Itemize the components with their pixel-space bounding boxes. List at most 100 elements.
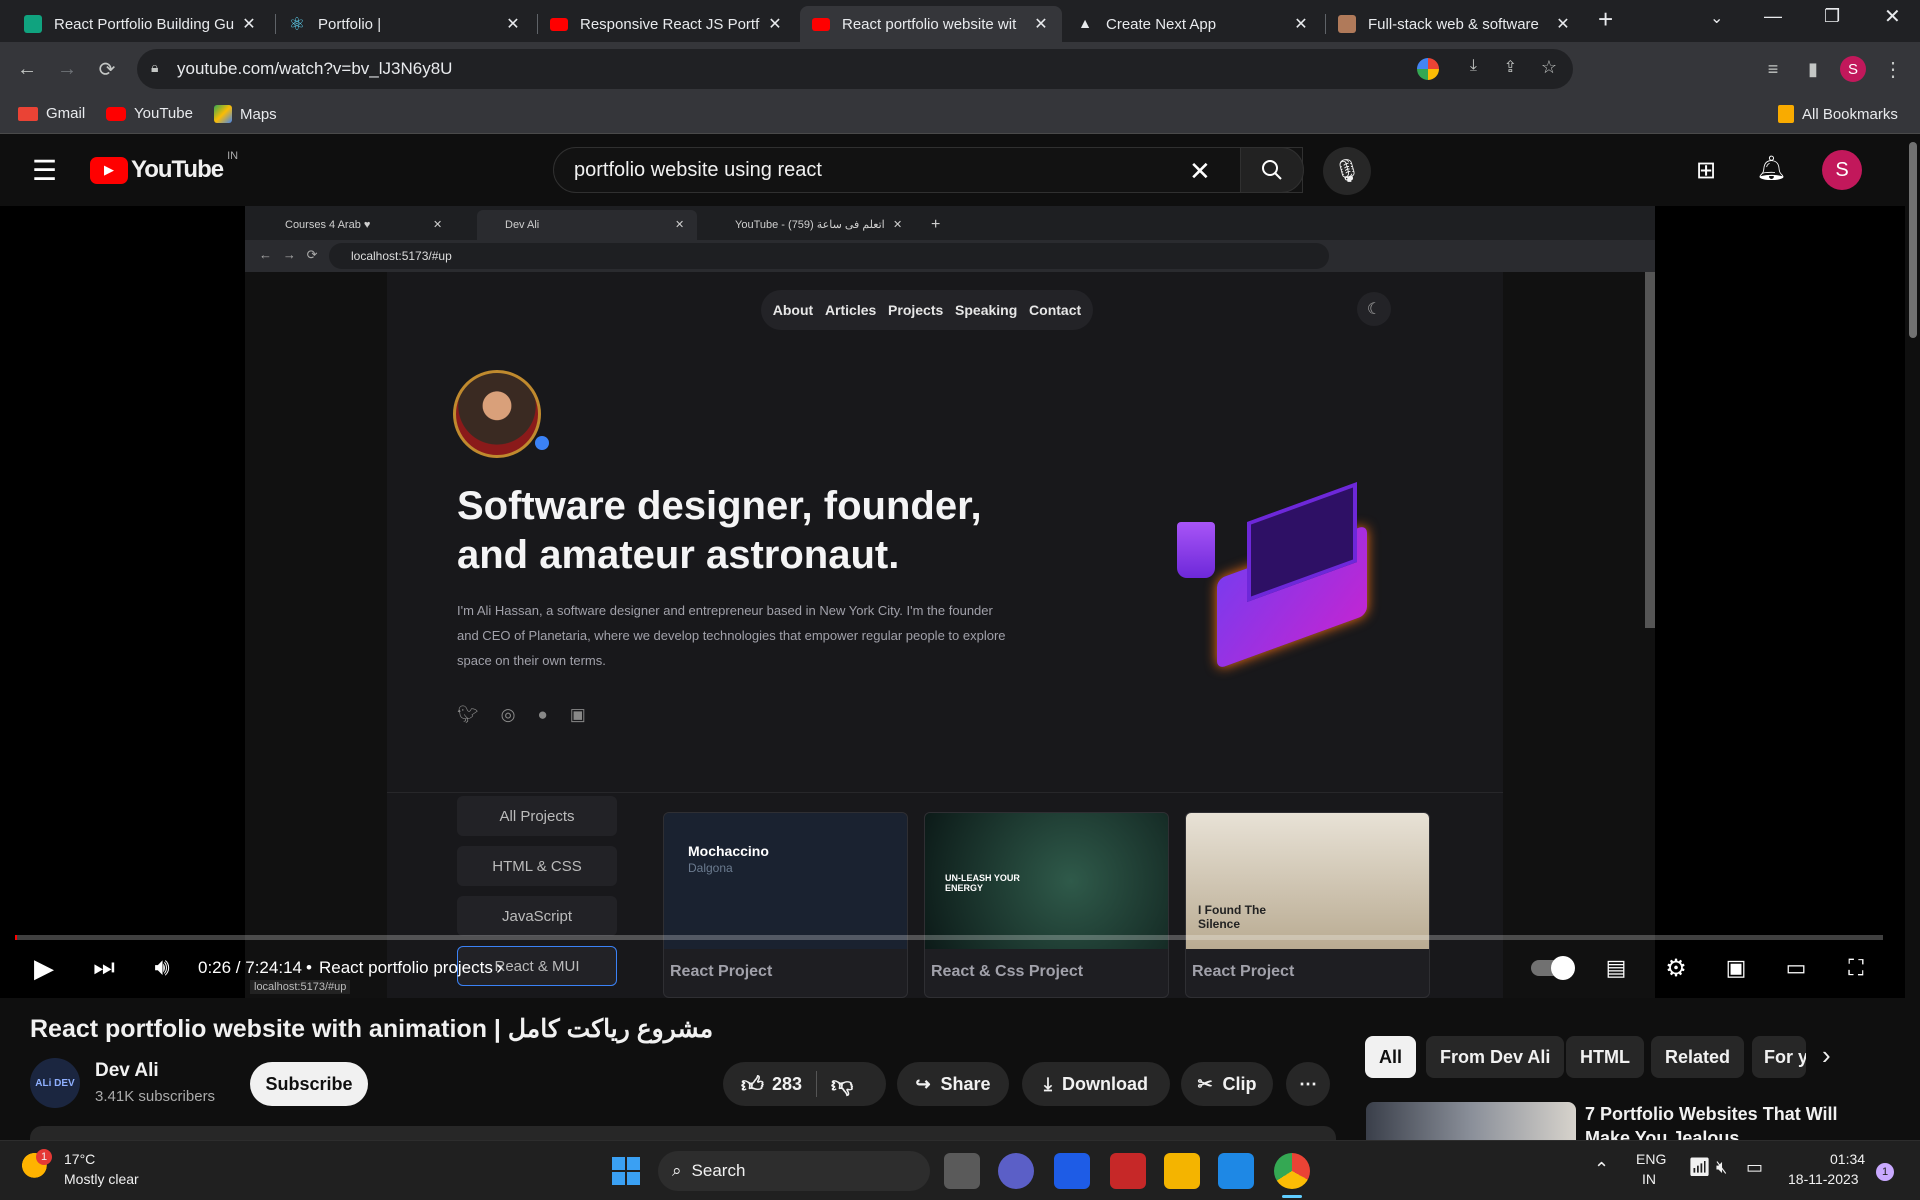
- browser-tab[interactable]: ▲ Create Next App ✕: [1064, 6, 1322, 42]
- reload-icon[interactable]: ⟳: [92, 54, 122, 84]
- browser-tab[interactable]: React Portfolio Building Gu ✕: [12, 6, 270, 42]
- chip-for-you[interactable]: For y: [1752, 1036, 1806, 1078]
- close-tab-icon[interactable]: ✕: [766, 14, 784, 34]
- play-button[interactable]: ▶: [26, 948, 62, 988]
- battery-icon[interactable]: ▭: [1746, 1157, 1763, 1178]
- video-player[interactable]: Courses 4 Arab ♥ ✕ Dev Ali ✕ YouTube - ا…: [0, 206, 1905, 998]
- forward-icon[interactable]: →: [52, 54, 82, 84]
- vscode-icon[interactable]: [1218, 1153, 1254, 1189]
- channel-avatar[interactable]: ALi DEV: [30, 1058, 80, 1108]
- time-display: 0:26 / 7:24:14: [198, 958, 302, 977]
- clock-date[interactable]: 18-11-2023: [1788, 1171, 1859, 1187]
- inner-tab: YouTube - اتعلم فى ساعة (759): [735, 219, 885, 231]
- description-box[interactable]: [30, 1126, 1336, 1140]
- app-icon[interactable]: [1054, 1153, 1090, 1189]
- tab-title: Portfolio |: [318, 15, 382, 33]
- bookmark-star-icon[interactable]: ☆: [1541, 57, 1557, 78]
- address-bar[interactable]: 🔒︎ youtube.com/watch?v=bv_lJ3N6y8U ☆ ⇪ ⤓: [137, 49, 1573, 89]
- fullscreen-icon[interactable]: ⛶: [1838, 948, 1874, 988]
- clock-time[interactable]: 01:34: [1830, 1151, 1865, 1167]
- restore-icon[interactable]: ❐: [1824, 6, 1840, 27]
- like-icon[interactable]: 👍︎: [741, 1071, 764, 1098]
- chrome-menu-icon[interactable]: ⋮: [1878, 54, 1908, 84]
- chips-next-icon[interactable]: ›: [1822, 1040, 1831, 1071]
- account-avatar[interactable]: S: [1822, 150, 1862, 190]
- chapter-chevron-icon[interactable]: ›: [496, 948, 503, 988]
- share-icon[interactable]: ⇪: [1504, 57, 1517, 77]
- taskbar-search[interactable]: ⌕ Search: [658, 1151, 930, 1191]
- create-video-icon[interactable]: ⊞: [1696, 156, 1716, 185]
- wifi-icon[interactable]: 📶︎: [1688, 1157, 1711, 1178]
- dislike-icon[interactable]: 👎︎: [831, 1071, 853, 1098]
- mcafee-icon[interactable]: [1110, 1153, 1146, 1189]
- notification-badge[interactable]: 1: [1876, 1163, 1894, 1181]
- chip-related[interactable]: Related: [1651, 1036, 1745, 1078]
- teams-chat-icon[interactable]: [998, 1153, 1034, 1189]
- chip-all[interactable]: All: [1365, 1036, 1417, 1078]
- browser-tab[interactable]: ⚛ Portfolio | ✕: [276, 6, 534, 42]
- close-tab-icon[interactable]: ✕: [1554, 14, 1572, 34]
- browser-tab[interactable]: Responsive React JS Portfo ✕: [538, 6, 796, 42]
- install-icon[interactable]: ⤓: [1470, 57, 1477, 75]
- subtitles-icon[interactable]: ▤: [1598, 948, 1634, 988]
- tray-overflow-icon[interactable]: ⌃: [1594, 1159, 1609, 1180]
- search-input[interactable]: portfolio website using react ✕: [553, 147, 1303, 193]
- settings-gear-icon[interactable]: ⚙: [1658, 948, 1694, 988]
- site-nav: About Articles Projects Speaking Contact: [761, 290, 1093, 330]
- inner-tab: Dev Ali: [477, 210, 697, 240]
- new-tab-icon[interactable]: +: [1598, 4, 1613, 35]
- bookmark-maps[interactable]: Maps: [214, 105, 277, 123]
- volume-icon[interactable]: 🔊︎: [144, 948, 180, 988]
- all-bookmarks[interactable]: All Bookmarks: [1778, 105, 1898, 123]
- theater-mode-icon[interactable]: ▭: [1778, 948, 1814, 988]
- file-explorer-icon[interactable]: [1164, 1153, 1200, 1189]
- more-actions-icon[interactable]: ⋯: [1286, 1062, 1330, 1106]
- window-close-icon[interactable]: ✕: [1884, 4, 1901, 29]
- download-icon: ⤓: [1044, 1073, 1052, 1094]
- search-button[interactable]: [1240, 147, 1304, 193]
- tab-search-icon[interactable]: ⌄: [1710, 8, 1723, 28]
- autoplay-toggle[interactable]: [1530, 948, 1575, 988]
- channel-name[interactable]: Dev Ali: [95, 1060, 159, 1082]
- mute-icon[interactable]: 🔇︎: [1716, 1157, 1727, 1178]
- language-indicator[interactable]: ENG: [1636, 1151, 1666, 1167]
- bookmark-youtube[interactable]: YouTube: [106, 105, 193, 122]
- video-progress-bar[interactable]: [15, 935, 1883, 940]
- recommended-title[interactable]: 7 Portfolio Websites That Will Make You …: [1585, 1102, 1885, 1140]
- chrome-icon[interactable]: [1274, 1153, 1310, 1189]
- close-tab-icon[interactable]: ✕: [240, 14, 258, 34]
- clear-search-icon[interactable]: ✕: [1189, 156, 1211, 187]
- notifications-bell-icon[interactable]: 🔔︎: [1756, 154, 1786, 183]
- profile-avatar[interactable]: S: [1838, 54, 1868, 84]
- next-button[interactable]: ⏭︎: [86, 948, 122, 988]
- voice-search-icon[interactable]: 🎙︎: [1323, 147, 1371, 195]
- bookmark-gmail[interactable]: Gmail: [18, 105, 85, 122]
- close-tab-icon[interactable]: ✕: [1032, 14, 1050, 34]
- reading-list-icon[interactable]: ≡: [1758, 54, 1788, 84]
- miniplayer-icon[interactable]: ▣: [1718, 948, 1754, 988]
- chip-html[interactable]: HTML: [1566, 1036, 1644, 1078]
- browser-tab[interactable]: Full-stack web & software ✕: [1326, 6, 1584, 42]
- google-lens-icon[interactable]: [1417, 58, 1439, 80]
- share-button[interactable]: ↪ Share: [897, 1062, 1009, 1106]
- chapter-title[interactable]: React portfolio projects: [319, 948, 493, 988]
- browser-tab-active[interactable]: React portfolio website wit ✕: [800, 6, 1062, 42]
- hamburger-menu-icon[interactable]: ☰: [32, 154, 57, 187]
- page-scrollbar[interactable]: [1905, 134, 1920, 1140]
- side-panel-icon[interactable]: ▮: [1798, 54, 1828, 84]
- tab-title: React Portfolio Building Gu: [54, 15, 234, 33]
- back-icon[interactable]: ←: [12, 54, 42, 84]
- clip-button[interactable]: ✂ Clip: [1181, 1062, 1273, 1106]
- youtube-logo[interactable]: ▶ YouTube IN: [90, 150, 238, 184]
- task-view-icon[interactable]: [944, 1153, 980, 1189]
- minimize-icon[interactable]: —: [1764, 6, 1782, 27]
- windows-start-icon[interactable]: [608, 1153, 644, 1189]
- site-info-icon[interactable]: 🔒︎: [151, 59, 158, 76]
- close-tab-icon[interactable]: ✕: [504, 14, 522, 34]
- subscribe-button[interactable]: Subscribe: [250, 1062, 368, 1106]
- close-tab-icon[interactable]: ✕: [1292, 14, 1310, 34]
- chip-from-channel[interactable]: From Dev Ali: [1426, 1036, 1565, 1078]
- recommended-thumbnail[interactable]: [1366, 1102, 1576, 1140]
- download-button[interactable]: ⤓ Download: [1022, 1062, 1170, 1106]
- hero-heading: Software designer, founder, and amateur …: [457, 484, 982, 577]
